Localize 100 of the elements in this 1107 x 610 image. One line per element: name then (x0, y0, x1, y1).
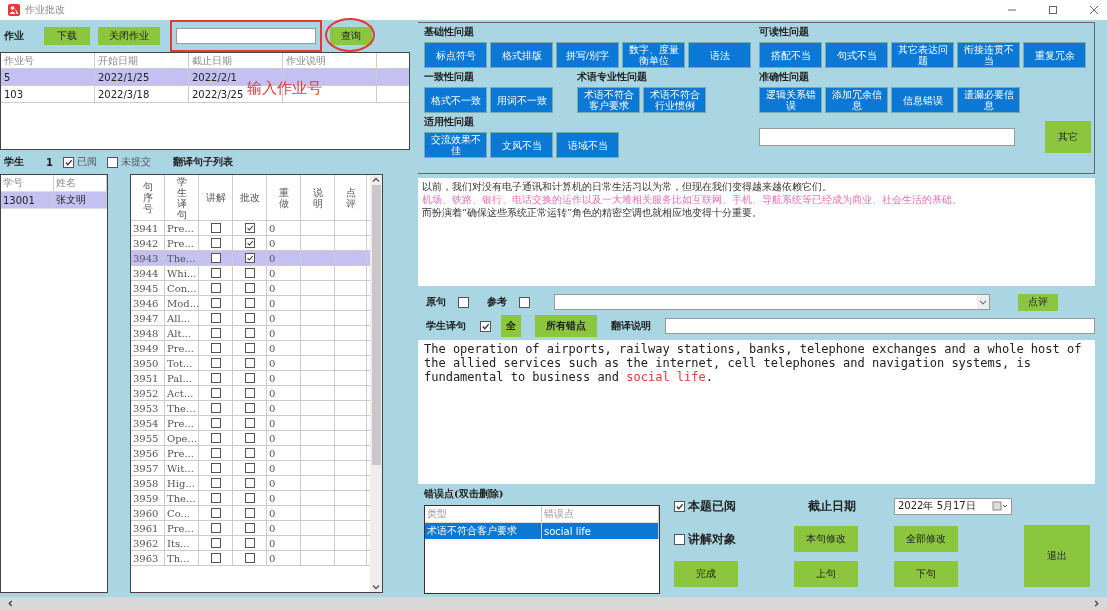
explain-checkbox[interactable] (210, 418, 221, 428)
calendar-icon[interactable] (992, 501, 1008, 511)
corrected-checkbox[interactable] (244, 553, 255, 563)
category-button[interactable]: 用词不一致 (490, 87, 553, 113)
modify-sentence-button[interactable]: 本句修改 (794, 526, 858, 552)
sentence-row[interactable]: 3957 Wit... 0 (131, 461, 370, 476)
corrected-checkbox[interactable] (244, 373, 255, 383)
corrected-checkbox[interactable] (244, 343, 255, 353)
category-button[interactable]: 逻辑关系错误 (759, 87, 822, 113)
category-button[interactable]: 语法 (688, 42, 751, 68)
assignment-search-field[interactable] (176, 28, 316, 44)
explain-checkbox[interactable] (210, 283, 221, 293)
category-button[interactable]: 重复冗余 (1023, 42, 1086, 68)
explain-checkbox[interactable] (210, 538, 221, 548)
all-errors-button[interactable]: 所有错点 (535, 315, 597, 337)
vertical-scrollbar[interactable] (370, 175, 382, 592)
category-button[interactable]: 术语不符合客户要求 (577, 87, 640, 113)
close-assignment-button[interactable]: 关闭作业 (98, 27, 160, 45)
sentence-row[interactable]: 3958 Hig... 0 (131, 476, 370, 491)
download-button[interactable]: 下载 (44, 27, 90, 45)
sentence-row[interactable]: 3948 Alt... 0 (131, 326, 370, 341)
deadline-date-picker[interactable]: 2022年 5月17日 (894, 497, 1012, 515)
filter-checkbox[interactable] (62, 156, 74, 168)
category-button[interactable]: 拼写/别字 (556, 42, 619, 68)
column-header[interactable]: 姓名 (54, 175, 107, 191)
column-header[interactable]: 学生译句 (165, 175, 199, 220)
corrected-checkbox[interactable] (244, 523, 255, 533)
sentence-row[interactable]: 3945 Con... 0 (131, 281, 370, 296)
corrected-checkbox[interactable] (244, 463, 255, 473)
category-button[interactable]: 标点符号 (424, 42, 487, 68)
corrected-checkbox[interactable] (244, 508, 255, 518)
corrected-checkbox[interactable] (244, 538, 255, 548)
sentence-row[interactable]: 3959 The... 0 (131, 491, 370, 506)
category-button[interactable]: 衔接连贯不当 (957, 42, 1020, 68)
scroll-right-icon[interactable] (1092, 599, 1101, 608)
explain-checkbox[interactable] (210, 253, 221, 263)
corrected-checkbox[interactable] (244, 283, 255, 293)
explain-checkbox[interactable] (210, 313, 221, 323)
category-button[interactable]: 添加冗余信息 (825, 87, 888, 113)
sentence-row[interactable]: 3952 Act... 0 (131, 386, 370, 401)
query-button[interactable]: 查询 (330, 27, 372, 45)
category-button[interactable]: 文风不当 (490, 132, 553, 158)
category-button[interactable]: 信息错误 (891, 87, 954, 113)
sentence-row[interactable]: 3960 Co... 0 (131, 506, 370, 521)
scroll-left-icon[interactable] (6, 599, 15, 608)
sentence-row[interactable]: 3954 Pre... 0 (131, 416, 370, 431)
corrected-checkbox[interactable] (244, 238, 255, 248)
sentence-row[interactable]: 3941 Pre... 0 (131, 221, 370, 236)
reference-dropdown[interactable] (554, 294, 990, 310)
previous-sentence-button[interactable]: 上句 (794, 561, 858, 587)
finish-button[interactable]: 完成 (674, 561, 738, 587)
horizontal-scrollbar[interactable] (0, 597, 1107, 610)
explain-checkbox[interactable] (210, 238, 221, 248)
column-header[interactable]: 学号 (1, 175, 54, 191)
explain-checkbox[interactable] (210, 298, 221, 308)
explain-checkbox[interactable] (210, 403, 221, 413)
filter-checkbox[interactable] (106, 156, 118, 168)
corrected-checkbox[interactable] (244, 448, 255, 458)
other-button[interactable]: 其它 (1045, 121, 1091, 153)
explain-checkbox[interactable] (210, 328, 221, 338)
select-all-button[interactable]: 全 (501, 315, 521, 337)
column-header[interactable]: 句序号 (131, 175, 165, 220)
explain-target-checkbox[interactable] (674, 533, 685, 545)
reviewed-checkbox[interactable] (674, 500, 685, 512)
scroll-up-icon[interactable] (371, 175, 381, 185)
modify-all-button[interactable]: 全部修改 (894, 526, 958, 552)
explain-checkbox[interactable] (210, 388, 221, 398)
category-button[interactable]: 数字、度量衡单位 (622, 42, 685, 68)
corrected-checkbox[interactable] (244, 358, 255, 368)
sentence-row[interactable]: 3953 The... 0 (131, 401, 370, 416)
option-checkbox[interactable] (519, 296, 530, 308)
column-header[interactable]: 作业说明 (283, 53, 377, 68)
explain-checkbox[interactable] (210, 433, 221, 443)
option-checkbox[interactable] (458, 296, 469, 308)
scroll-down-icon[interactable] (371, 582, 381, 592)
explain-checkbox[interactable] (210, 493, 221, 503)
column-header[interactable]: 作业号 (1, 53, 95, 68)
category-button[interactable]: 术语不符合行业惯例 (643, 87, 706, 113)
category-button[interactable]: 遗漏必要信息 (957, 87, 1020, 113)
sentence-row[interactable]: 3961 Pre... 0 (131, 521, 370, 536)
sentence-row[interactable]: 3947 All... 0 (131, 311, 370, 326)
column-header[interactable]: 截止日期 (189, 53, 283, 68)
explain-checkbox[interactable] (210, 508, 221, 518)
explain-checkbox[interactable] (210, 343, 221, 353)
comment-button[interactable]: 点评 (1018, 293, 1058, 311)
explain-checkbox[interactable] (210, 358, 221, 368)
column-header[interactable]: 点评 (335, 175, 367, 220)
column-header[interactable]: 说明 (301, 175, 335, 220)
corrected-checkbox[interactable] (244, 403, 255, 413)
category-button[interactable]: 其它表达问题 (891, 42, 954, 68)
explain-checkbox[interactable] (210, 478, 221, 488)
corrected-checkbox[interactable] (244, 433, 255, 443)
explain-checkbox[interactable] (210, 268, 221, 278)
corrected-checkbox[interactable] (244, 268, 255, 278)
corrected-checkbox[interactable] (244, 313, 255, 323)
sentence-row[interactable]: 3951 Pal... 0 (131, 371, 370, 386)
exit-button[interactable]: 退出 (1024, 525, 1090, 587)
explain-checkbox[interactable] (210, 448, 221, 458)
explain-checkbox[interactable] (210, 463, 221, 473)
next-sentence-button[interactable]: 下句 (894, 561, 958, 587)
